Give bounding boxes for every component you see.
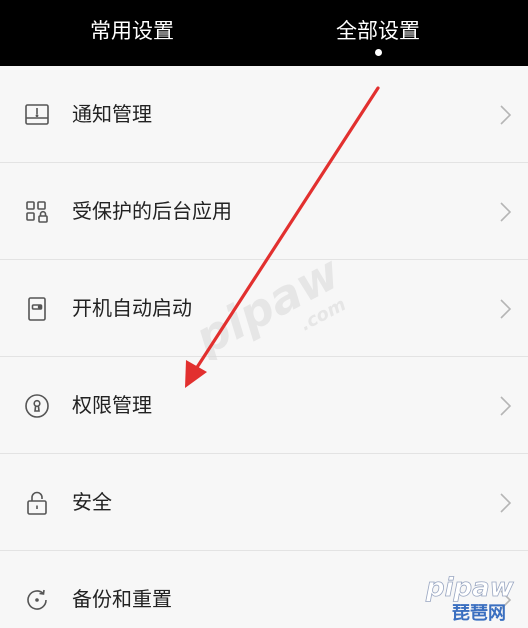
settings-item-label: 安全 <box>72 490 112 514</box>
settings-item-label: 通知管理 <box>72 102 152 126</box>
settings-screen: 常用设置 全部设置 通知管理 受保护的后台应用 开机自动启动 权限管理 安全 备… <box>0 0 528 628</box>
notification-icon <box>24 102 50 128</box>
chevron-right-icon <box>498 201 512 223</box>
tab-all-settings[interactable]: 全部设置 <box>246 0 510 66</box>
backup-refresh-icon <box>24 587 50 613</box>
power-startup-icon <box>24 296 50 322</box>
settings-item-security[interactable]: 安全 <box>0 454 528 551</box>
active-tab-indicator <box>375 49 382 56</box>
settings-item-protected-apps[interactable]: 受保护的后台应用 <box>0 163 528 260</box>
chevron-right-icon <box>498 395 512 417</box>
settings-item-notification-management[interactable]: 通知管理 <box>0 66 528 163</box>
chevron-right-icon <box>498 492 512 514</box>
settings-item-auto-startup[interactable]: 开机自动启动 <box>0 260 528 357</box>
tab-common-settings[interactable]: 常用设置 <box>0 0 264 66</box>
app-grid-lock-icon <box>24 199 50 225</box>
tab-common-settings-label: 常用设置 <box>90 19 174 43</box>
chevron-right-icon <box>498 298 512 320</box>
settings-item-label: 备份和重置 <box>72 587 172 611</box>
settings-item-label: 受保护的后台应用 <box>72 199 232 223</box>
settings-list: 通知管理 受保护的后台应用 开机自动启动 权限管理 安全 备份和重置 <box>0 66 528 628</box>
settings-item-label: 权限管理 <box>72 393 152 417</box>
settings-item-permission-management[interactable]: 权限管理 <box>0 357 528 454</box>
chevron-right-icon <box>498 589 512 611</box>
lock-icon <box>24 490 50 516</box>
settings-item-backup-reset[interactable]: 备份和重置 <box>0 551 528 628</box>
chevron-right-icon <box>498 104 512 126</box>
settings-item-label: 开机自动启动 <box>72 296 192 320</box>
keyhole-icon <box>24 393 50 419</box>
settings-tab-bar: 常用设置 全部设置 <box>0 0 528 66</box>
